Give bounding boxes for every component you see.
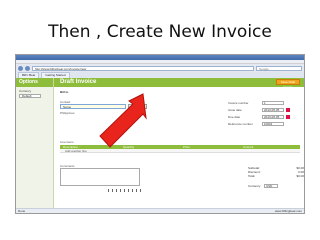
total-label: Total: (248, 174, 256, 178)
field-row: Reference number 10001 (228, 121, 302, 126)
edit-contact-button[interactable]: Edit (138, 104, 147, 109)
field-row: Invoice number 1 (228, 100, 302, 105)
invoice-fields: Invoice number 1 Issue date 2013-05-05 D… (228, 100, 302, 128)
status-text: Done (18, 209, 26, 213)
field-input[interactable]: 2013-06-05 (262, 114, 284, 119)
save-draft-button[interactable]: Save Draft Invoice (276, 79, 300, 89)
field-input[interactable]: 10001 (262, 121, 284, 126)
field-row: Issue date 2013-05-05 (228, 107, 302, 112)
status-url: www.billingbear.com (274, 209, 302, 213)
total-row: Total: $0.00 (248, 174, 304, 178)
field-row: Due date 2013-06-05 (228, 114, 302, 119)
comments-textarea[interactable] (60, 168, 140, 186)
currency-row: Currency: USD (248, 184, 279, 188)
slide-title: Then , Create New Invoice (48, 22, 272, 42)
sidebar-title: Options (16, 78, 53, 87)
browser-statusbar: Done www.billingbear.com (16, 208, 304, 213)
address-bar[interactable]: http://www.billingbear.com/invoice/new (32, 65, 254, 71)
add-line-row[interactable]: Add another line (60, 149, 300, 153)
back-icon[interactable] (18, 65, 23, 71)
field-label: Reference number (228, 121, 253, 126)
sidebar-label: Currency (19, 89, 32, 93)
forward-icon[interactable] (25, 65, 30, 71)
search-input[interactable]: Google (256, 65, 302, 71)
app-area: Options Currency Default Draft Invoice S… (16, 78, 304, 209)
sidebar-select[interactable]: Default (19, 94, 41, 98)
format-toolbar[interactable] (108, 189, 142, 192)
sidebar: Options Currency Default (16, 78, 54, 209)
calendar-icon[interactable] (286, 107, 290, 112)
contact-country: Philippines (60, 111, 75, 115)
browser-address-row: http://www.billingbear.com/invoice/new G… (16, 64, 304, 72)
bill-to-label: Bill to (60, 90, 69, 94)
browser-screenshot: http://www.billingbear.com/invoice/new G… (15, 54, 305, 214)
line-items-label: Line items (60, 140, 74, 144)
currency-select[interactable]: USD (264, 184, 279, 188)
field-label: Issue date (228, 107, 242, 112)
contact-input[interactable]: Name (60, 104, 126, 109)
field-label: Due date (228, 114, 241, 119)
new-contact-button[interactable]: New (128, 104, 137, 109)
page-title: Draft Invoice (60, 79, 97, 85)
field-label: Invoice number (228, 100, 249, 105)
totals: Subtotal: $0.00 Discount: 0.00 Total: $0.00 (248, 166, 304, 178)
total-value: $0.00 (296, 174, 304, 178)
currency-label: Currency: (248, 184, 262, 188)
calendar-icon[interactable] (286, 114, 290, 119)
field-input[interactable]: 1 (262, 100, 284, 105)
field-input[interactable]: 2013-05-05 (262, 107, 284, 112)
